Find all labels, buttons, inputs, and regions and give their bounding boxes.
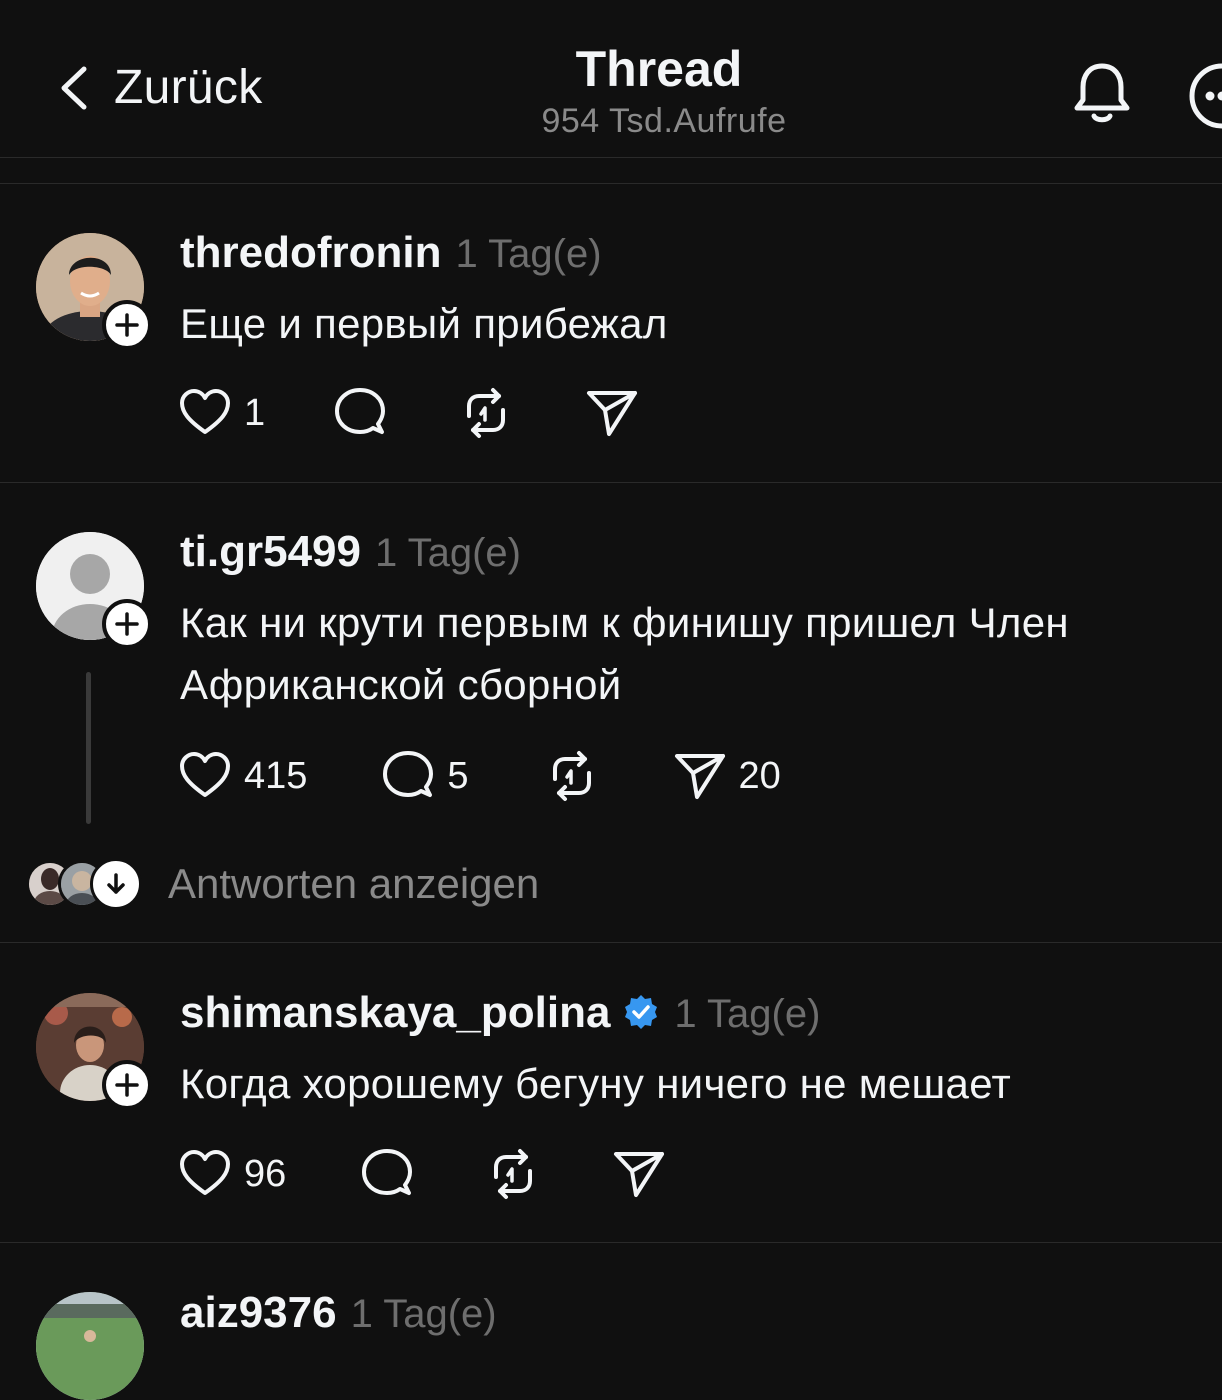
post-meta: shimanskaya_polina 1 Tag(e) [180, 988, 820, 1038]
show-replies-label: Antworten anzeigen [168, 860, 539, 908]
plus-icon [114, 312, 140, 338]
post-text: Как ни крути первым к финишу пришел Член… [180, 592, 1190, 716]
repost-icon [545, 749, 599, 803]
view-count: 954 Tsd.Aufrufe [106, 102, 1222, 141]
follow-button[interactable] [102, 1060, 152, 1110]
like-count: 1 [244, 392, 265, 435]
post-meta: ti.gr5499 1 Tag(e) [180, 527, 521, 577]
repost-button[interactable] [459, 386, 513, 440]
show-replies-button[interactable]: Antworten anzeigen [26, 858, 539, 910]
thread-line [86, 672, 91, 824]
avatar[interactable] [36, 1292, 144, 1400]
divider [0, 183, 1222, 184]
post-actions: 415 5 20 [178, 748, 781, 804]
share-icon [585, 386, 639, 440]
post-actions: 96 [178, 1146, 666, 1202]
comment-icon [333, 386, 387, 440]
timestamp: 1 Tag(e) [351, 1292, 497, 1337]
divider [0, 482, 1222, 483]
verified-icon [622, 993, 660, 1031]
plus-icon [114, 1072, 140, 1098]
like-button[interactable]: 1 [178, 386, 265, 440]
divider [0, 1242, 1222, 1243]
follow-button[interactable] [102, 300, 152, 350]
like-count: 415 [244, 755, 307, 798]
heart-icon [178, 749, 232, 803]
plus-icon [114, 611, 140, 637]
more-icon[interactable] [1186, 60, 1222, 132]
repost-icon [459, 386, 513, 440]
like-button[interactable]: 96 [178, 1147, 286, 1201]
share-icon [673, 749, 727, 803]
post-actions: 1 [178, 385, 639, 441]
like-button[interactable]: 415 [178, 749, 307, 803]
heart-icon [178, 386, 232, 440]
share-icon [612, 1147, 666, 1201]
divider [0, 157, 1222, 158]
heart-icon [178, 1147, 232, 1201]
page-title: Thread [96, 40, 1222, 98]
expand-replies-button[interactable] [90, 858, 142, 910]
comment-icon [360, 1147, 414, 1201]
share-button[interactable] [585, 386, 639, 440]
share-button[interactable] [612, 1147, 666, 1201]
username[interactable]: shimanskaya_polina [180, 988, 610, 1038]
post-meta: aiz9376 1 Tag(e) [180, 1288, 497, 1338]
comment-button[interactable]: 5 [381, 749, 468, 803]
username[interactable]: aiz9376 [180, 1288, 337, 1338]
timestamp: 1 Tag(e) [674, 992, 820, 1037]
bell-icon[interactable] [1068, 58, 1136, 126]
follow-button[interactable] [102, 599, 152, 649]
post-text: Еще и первый прибежал [180, 293, 1190, 355]
title-block: Thread 954 Tsd.Aufrufe [0, 40, 1222, 141]
top-bar: Zurück Thread 954 Tsd.Aufrufe [0, 0, 1222, 157]
repost-button[interactable] [486, 1147, 540, 1201]
timestamp: 1 Tag(e) [375, 531, 521, 576]
avatar-image [36, 1292, 144, 1400]
repost-button[interactable] [545, 749, 599, 803]
share-button[interactable]: 20 [673, 749, 781, 803]
repost-icon [486, 1147, 540, 1201]
share-count: 20 [739, 755, 781, 798]
like-count: 96 [244, 1153, 286, 1196]
arrow-down-icon [103, 871, 129, 897]
post-text: Когда хорошему бегуну ничего не мешает [180, 1053, 1190, 1115]
post-meta: thredofronin 1 Tag(e) [180, 228, 602, 278]
comment-button[interactable] [333, 386, 387, 440]
username[interactable]: thredofronin [180, 228, 442, 278]
comment-count: 5 [447, 755, 468, 798]
timestamp: 1 Tag(e) [456, 232, 602, 277]
comment-icon [381, 749, 435, 803]
username[interactable]: ti.gr5499 [180, 527, 361, 577]
divider [0, 942, 1222, 943]
comment-button[interactable] [360, 1147, 414, 1201]
